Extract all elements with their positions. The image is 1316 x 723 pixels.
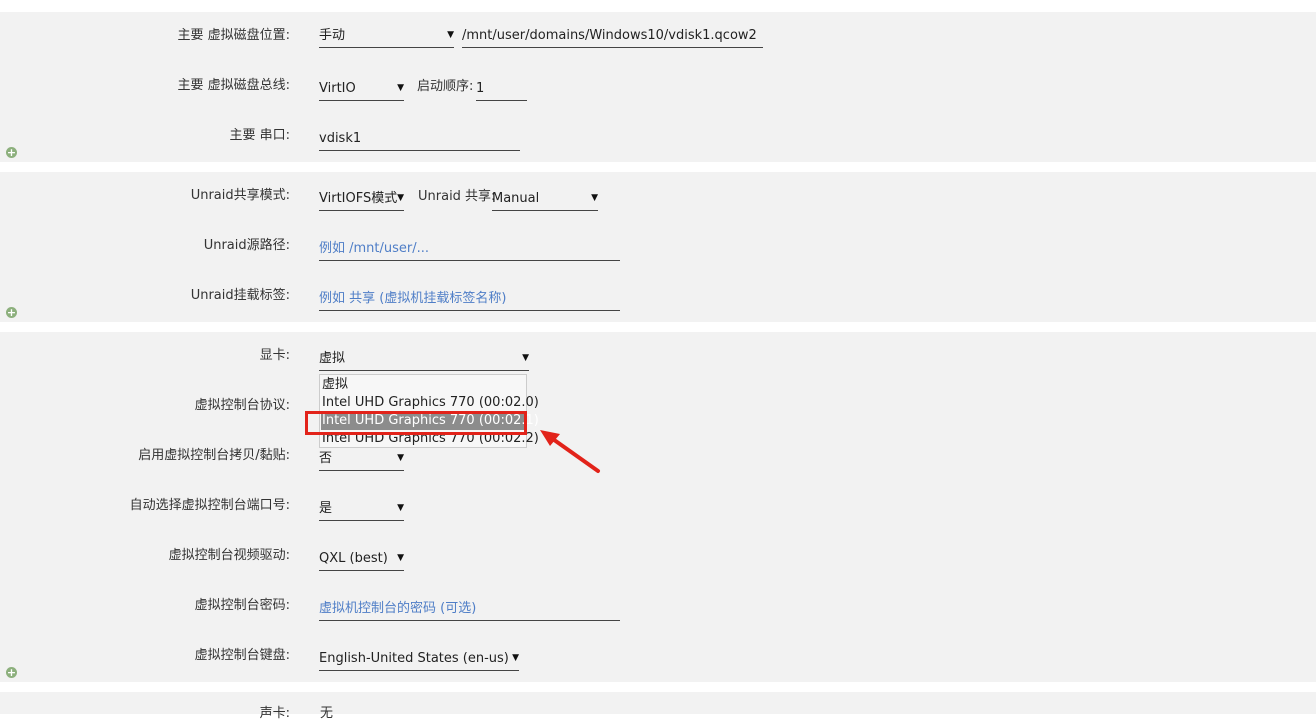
video-driver-label: 虚拟控制台视频驱动: <box>168 548 290 563</box>
share-tag-input[interactable]: 例如 共享 (虚拟机挂载标签名称) <box>319 289 620 311</box>
share-tag-label: Unraid挂载标签: <box>190 288 290 303</box>
share-tag-placeholder: 例如 共享 (虚拟机挂载标签名称) <box>319 291 507 306</box>
console-protocol-label: 虚拟控制台协议: <box>194 398 290 413</box>
share-mode-value: VirtIOFS模式 <box>319 191 398 206</box>
disk-location-select[interactable]: 手动 ▼ <box>319 26 454 48</box>
keyboard-select[interactable]: English-United States (en-us) ▼ <box>319 649 519 671</box>
disk-serial-label: 主要 串口: <box>229 128 290 143</box>
share-source-input[interactable]: 例如 /mnt/user/... <box>319 239 620 261</box>
disk-serial-input[interactable]: vdisk1 <box>319 129 520 151</box>
clipboard-select[interactable]: 否 ▼ <box>319 449 404 471</box>
plus-circle-icon[interactable]: + <box>6 667 17 678</box>
caret-down-icon: ▼ <box>397 83 404 93</box>
highlight-box <box>305 411 527 435</box>
console-password-placeholder: 虚拟机控制台的密码 (可选) <box>319 601 477 616</box>
sound-label: 声卡: <box>259 706 290 721</box>
sound-value[interactable]: 无 <box>320 705 333 723</box>
disk-path-value: /mnt/user/domains/Windows10/vdisk1.qcow2 <box>462 28 757 43</box>
plus-circle-icon[interactable]: + <box>6 147 17 158</box>
share-value: Manual <box>492 191 540 206</box>
share-label: Unraid 共享: <box>418 189 496 204</box>
share-select[interactable]: Manual ▼ <box>492 189 598 211</box>
autoport-label: 自动选择虚拟控制台端口号: <box>129 498 290 513</box>
plus-circle-icon[interactable]: + <box>6 307 17 318</box>
disk-location-label: 主要 虚拟磁盘位置: <box>177 28 290 43</box>
video-driver-select[interactable]: QXL (best) ▼ <box>319 549 404 571</box>
disk-location-value: 手动 <box>319 28 346 43</box>
disk-path-input[interactable]: /mnt/user/domains/Windows10/vdisk1.qcow2 <box>462 26 763 48</box>
share-source-label: Unraid源路径: <box>203 238 290 253</box>
clipboard-value: 否 <box>319 451 333 466</box>
gpu-label: 显卡: <box>259 348 290 363</box>
gpu-option[interactable]: Intel UHD Graphics 770 (00:02.0) <box>321 394 539 412</box>
boot-order-label: 启动顺序: <box>417 79 474 94</box>
share-source-placeholder: 例如 /mnt/user/... <box>319 241 430 256</box>
caret-down-icon: ▼ <box>512 653 519 663</box>
video-driver-value: QXL (best) <box>319 551 388 566</box>
caret-down-icon: ▼ <box>397 503 404 513</box>
boot-order-input[interactable]: 1 <box>476 79 527 101</box>
boot-order-value: 1 <box>476 81 485 96</box>
share-mode-select[interactable]: VirtIOFS模式 ▼ <box>319 189 404 211</box>
red-arrow-icon <box>540 430 600 473</box>
caret-down-icon: ▼ <box>397 553 404 563</box>
gpu-option[interactable]: 虚拟 <box>321 376 525 394</box>
clipboard-label: 启用虚拟控制台拷贝/黏贴: <box>138 448 290 463</box>
disk-serial-value: vdisk1 <box>319 131 362 146</box>
disk-bus-label: 主要 虚拟磁盘总线: <box>177 78 290 93</box>
sound-section <box>0 692 1316 714</box>
caret-down-icon: ▼ <box>522 353 529 363</box>
disk-bus-select[interactable]: VirtIO ▼ <box>319 79 404 101</box>
gpu-select[interactable]: 虚拟 ▼ <box>319 349 529 371</box>
autoport-value: 是 <box>319 501 333 516</box>
caret-down-icon: ▼ <box>591 193 598 203</box>
caret-down-icon: ▼ <box>397 193 404 203</box>
caret-down-icon: ▼ <box>447 30 454 40</box>
gpu-value: 虚拟 <box>319 351 346 366</box>
console-password-label: 虚拟控制台密码: <box>194 598 290 613</box>
share-mode-label: Unraid共享模式: <box>190 188 290 203</box>
caret-down-icon: ▼ <box>397 453 404 463</box>
keyboard-label: 虚拟控制台键盘: <box>194 648 290 663</box>
autoport-select[interactable]: 是 ▼ <box>319 499 404 521</box>
console-password-input[interactable]: 虚拟机控制台的密码 (可选) <box>319 599 620 621</box>
keyboard-value: English-United States (en-us) <box>319 651 509 666</box>
disk-bus-value: VirtIO <box>319 81 356 96</box>
